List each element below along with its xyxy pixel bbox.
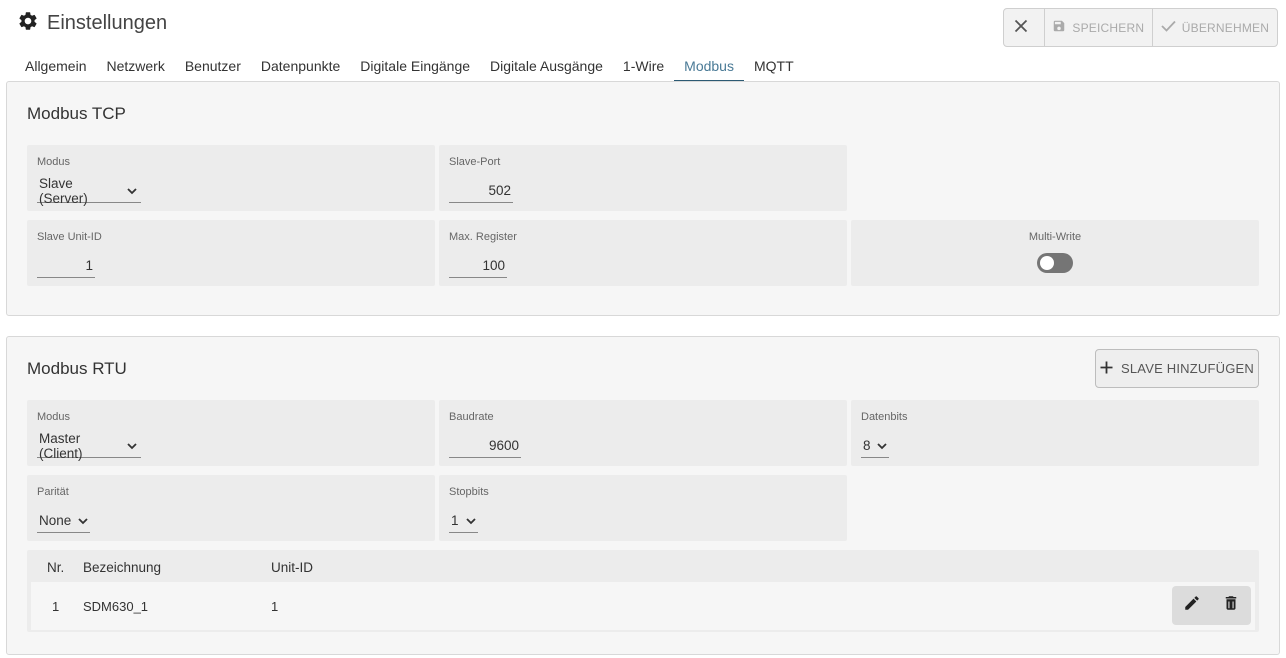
chevron-down-icon [877, 438, 887, 453]
pencil-icon [1183, 594, 1201, 617]
rtu-stopbits-value: 1 [451, 513, 459, 528]
chevron-down-icon [466, 513, 476, 528]
rtu-stopbits-select[interactable]: 1 [449, 509, 478, 533]
header-action-group: SPEICHERN ÜBERNEHMEN [1003, 8, 1278, 47]
tab-datenpunkte[interactable]: Datenpunkte [251, 57, 350, 82]
multi-write-toggle[interactable] [1037, 253, 1073, 273]
tcp-multi-write-field: Multi-Write [851, 220, 1259, 286]
modbus-rtu-title: Modbus RTU [27, 359, 127, 378]
save-button-label: SPEICHERN [1072, 20, 1145, 35]
rtu-baudrate-value: 9600 [488, 438, 519, 453]
tcp-max-register-input[interactable]: 100 [449, 254, 507, 278]
rtu-paritaet-select[interactable]: None [37, 509, 90, 533]
tcp-slave-unit-id-value: 1 [85, 258, 93, 273]
settings-tabs: Allgemein Netzwerk Benutzer Datenpunkte … [15, 57, 804, 82]
slave-table: Nr. Bezeichnung Unit-ID 1 SDM630_1 1 [27, 550, 1259, 632]
save-button[interactable]: SPEICHERN [1045, 9, 1153, 46]
tcp-slave-port-label: Slave-Port [449, 156, 501, 168]
rtu-modus-select[interactable]: Master (Client) [37, 430, 141, 461]
header: Einstellungen SPEICHERN ÜBERNEHMEN [0, 0, 1286, 50]
apply-button[interactable]: ÜBERNEHMEN [1153, 9, 1277, 46]
rtu-modus-value: Master (Client) [39, 430, 83, 461]
add-slave-button[interactable]: SLAVE HINZUFÜGEN [1095, 349, 1259, 388]
tcp-slave-unit-id-field: Slave Unit-ID 1 [27, 220, 435, 286]
plus-icon [1100, 361, 1121, 377]
tab-digitale-ausgaenge[interactable]: Digitale Ausgänge [480, 57, 613, 82]
column-header-unit-id: Unit-ID [271, 560, 314, 575]
rtu-datenbits-field: Datenbits 8 [851, 400, 1259, 466]
rtu-baudrate-input[interactable]: 9600 [449, 434, 521, 458]
chevron-down-icon [78, 513, 88, 528]
rtu-stopbits-field: Stopbits 1 [439, 475, 847, 541]
tab-digitale-eingaenge[interactable]: Digitale Eingänge [350, 57, 480, 82]
rtu-modus-field: Modus Master (Client) [27, 400, 435, 466]
row-bezeichnung: SDM630_1 [83, 599, 149, 614]
tcp-slave-unit-id-label: Slave Unit-ID [37, 231, 102, 243]
edit-button[interactable] [1172, 586, 1211, 625]
column-header-bezeichnung: Bezeichnung [83, 560, 162, 575]
row-nr: 1 [52, 599, 60, 614]
rtu-paritaet-label: Parität [37, 486, 69, 498]
row-unit-id: 1 [271, 599, 279, 614]
rtu-baudrate-label: Baudrate [449, 411, 494, 423]
tab-netzwerk[interactable]: Netzwerk [96, 57, 174, 82]
title-area: Einstellungen [17, 10, 167, 37]
chevron-down-icon [127, 438, 137, 453]
gear-icon [17, 10, 39, 37]
trash-icon [1222, 594, 1240, 617]
tcp-slave-unit-id-input[interactable]: 1 [37, 254, 95, 278]
close-button[interactable] [1004, 9, 1045, 46]
tab-modbus[interactable]: Modbus [674, 57, 744, 82]
tcp-max-register-value: 100 [482, 258, 505, 273]
tcp-modus-field: Modus Slave (Server) [27, 145, 435, 211]
tab-1-wire[interactable]: 1-Wire [613, 57, 674, 82]
tab-benutzer[interactable]: Benutzer [175, 57, 251, 82]
rtu-datenbits-select[interactable]: 8 [861, 434, 889, 458]
toggle-knob [1040, 256, 1054, 270]
tcp-slave-port-field: Slave-Port 502 [439, 145, 847, 211]
rtu-modus-label: Modus [37, 411, 71, 423]
close-icon [1014, 19, 1034, 36]
rtu-datenbits-value: 8 [863, 438, 871, 453]
rtu-datenbits-label: Datenbits [861, 411, 908, 423]
tcp-max-register-field: Max. Register 100 [439, 220, 847, 286]
tcp-slave-port-input[interactable]: 502 [449, 179, 513, 203]
page-title: Einstellungen [47, 12, 168, 34]
checkmark-icon [1161, 20, 1182, 35]
rtu-paritaet-field: Parität None [27, 475, 435, 541]
tcp-multi-write-label: Multi-Write [1028, 231, 1082, 243]
tcp-max-register-label: Max. Register [449, 231, 517, 243]
delete-button[interactable] [1211, 586, 1250, 625]
tcp-slave-port-value: 502 [488, 183, 511, 198]
floppy-disk-icon [1052, 19, 1072, 36]
table-row: 1 SDM630_1 1 [31, 582, 1255, 630]
rtu-paritaet-value: None [39, 513, 72, 528]
add-slave-button-label: SLAVE HINZUFÜGEN [1121, 361, 1254, 376]
modbus-tcp-title: Modbus TCP [27, 104, 126, 123]
tab-allgemein[interactable]: Allgemein [15, 57, 96, 82]
row-actions [1172, 586, 1251, 625]
chevron-down-icon [127, 183, 137, 198]
tcp-modus-label: Modus [37, 156, 71, 168]
rtu-baudrate-field: Baudrate 9600 [439, 400, 847, 466]
tcp-modus-value: Slave (Server) [39, 175, 88, 206]
rtu-stopbits-label: Stopbits [449, 486, 489, 498]
column-header-nr: Nr. [47, 560, 65, 575]
tab-mqtt[interactable]: MQTT [744, 57, 804, 82]
apply-button-label: ÜBERNEHMEN [1181, 20, 1270, 35]
tcp-modus-select[interactable]: Slave (Server) [37, 175, 141, 206]
